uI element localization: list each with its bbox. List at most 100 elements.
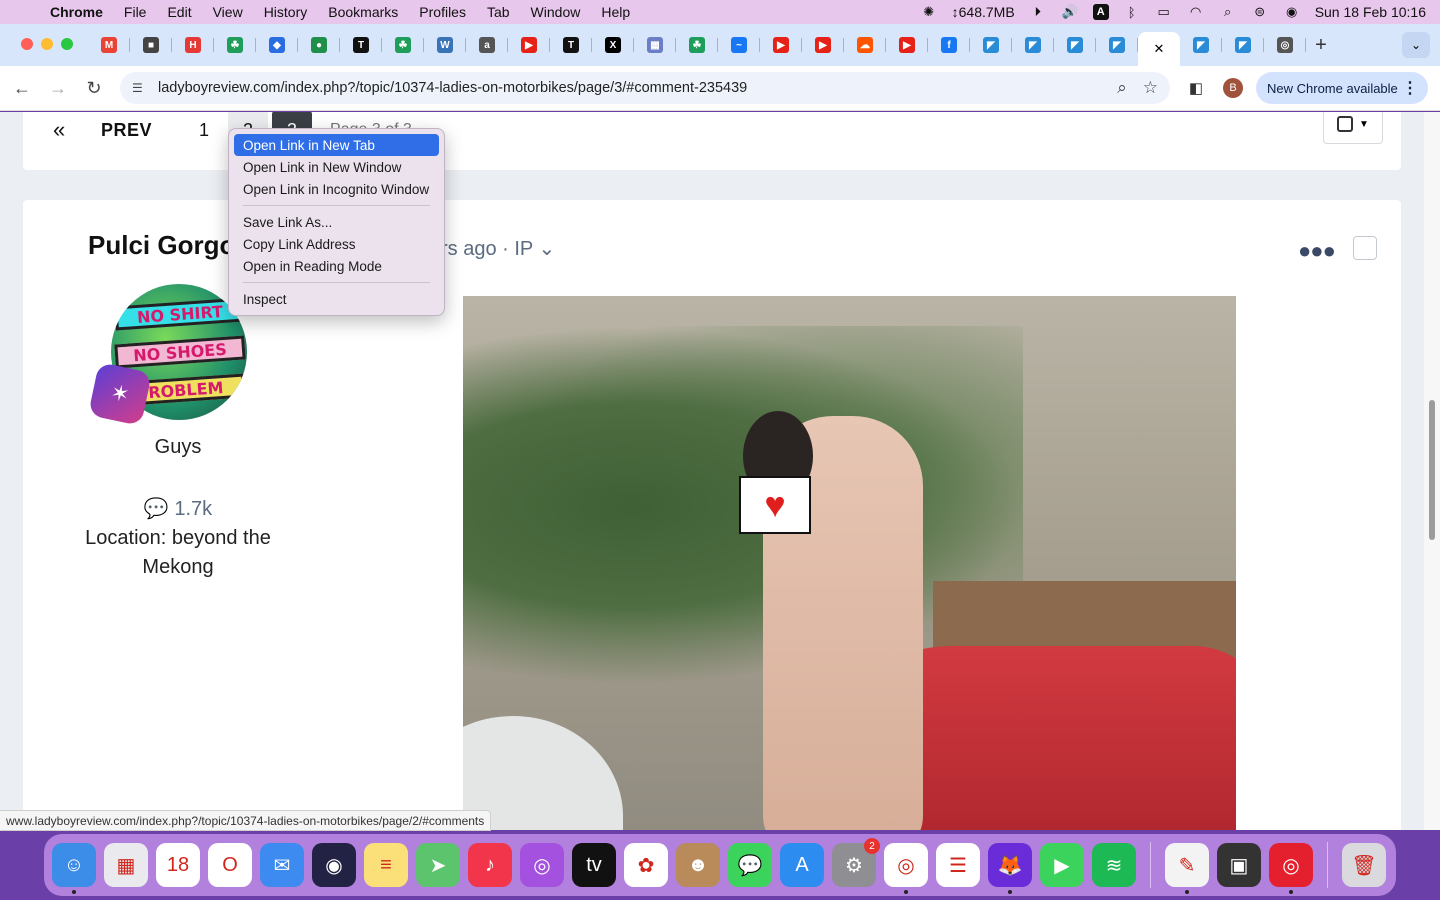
tab[interactable]: ◎ (1264, 32, 1306, 58)
tab[interactable]: ● (298, 32, 340, 58)
open-in-reading-mode[interactable]: Open in Reading Mode (234, 255, 439, 277)
tab[interactable]: ◤ (1096, 32, 1138, 58)
dock-textedit-icon[interactable]: ✎ (1165, 843, 1209, 894)
multi-select-dropdown[interactable]: ▼ (1323, 112, 1383, 144)
back-button[interactable]: ← (12, 78, 32, 98)
dock-target-app-icon[interactable]: ◎ (1269, 843, 1313, 894)
menu-help[interactable]: Help (601, 4, 630, 20)
tab[interactable]: f (928, 32, 970, 58)
tab[interactable]: ▶ (886, 32, 928, 58)
menu-bar-clock[interactable]: Sun 18 Feb 10:16 (1315, 4, 1426, 20)
dock-system-settings-icon[interactable]: ⚙ 2 (832, 838, 880, 887)
tab[interactable]: ◤ (1222, 32, 1264, 58)
tab[interactable]: ☘ (382, 32, 424, 58)
tab[interactable]: ◤ (1054, 32, 1096, 58)
battery-icon[interactable]: ▭ (1155, 4, 1173, 19)
new-tab-button[interactable]: + (1306, 32, 1336, 58)
tab-active[interactable]: ✕ (1138, 32, 1180, 66)
dock-spotify-icon[interactable]: ≋ (1092, 843, 1136, 887)
menu-tab[interactable]: Tab (487, 4, 510, 20)
reload-button[interactable]: ↻ (84, 78, 104, 98)
new-chrome-available-button[interactable]: New Chrome available ⋮ (1256, 72, 1428, 104)
input-source-icon[interactable]: A (1092, 4, 1109, 20)
tab[interactable]: ◆ (256, 32, 298, 58)
menu-bookmarks[interactable]: Bookmarks (328, 4, 398, 20)
dock-music-icon[interactable]: ♪ (468, 843, 512, 887)
post-select-checkbox[interactable] (1353, 236, 1377, 260)
inspect[interactable]: Inspect (234, 288, 439, 310)
dock-chrome-icon[interactable]: ◎ (884, 843, 928, 894)
menu-view[interactable]: View (213, 4, 243, 20)
tab[interactable]: M (88, 32, 130, 58)
zoom-window-button[interactable] (61, 38, 73, 50)
tab[interactable]: a (466, 32, 508, 58)
app-menu-chrome[interactable]: Chrome (50, 4, 103, 20)
dock-trash-icon[interactable]: 🗑 (1342, 843, 1386, 887)
tab-search-button[interactable]: ⌄ (1402, 32, 1430, 58)
tab[interactable]: ☘ (214, 32, 256, 58)
copy-link-address[interactable]: Copy Link Address (234, 233, 439, 255)
menu-edit[interactable]: Edit (167, 4, 191, 20)
wifi-icon[interactable]: ◠ (1187, 4, 1205, 19)
site-info-icon[interactable]: ☰ (132, 81, 152, 95)
side-panel-icon[interactable]: ◧ (1186, 78, 1206, 98)
post-image[interactable]: ♥ (463, 296, 1236, 830)
tab[interactable]: ◤ (970, 32, 1012, 58)
dock-siri-icon[interactable]: ◉ (312, 843, 356, 887)
profile-avatar[interactable]: B (1223, 78, 1243, 98)
forward-button[interactable]: → (48, 78, 68, 98)
menu-profiles[interactable]: Profiles (419, 4, 466, 20)
dock-mail-icon[interactable]: ✉ (260, 843, 304, 887)
dock-finder-icon[interactable]: ☺ (52, 843, 96, 894)
url-text[interactable]: ladyboyreview.com/index.php?/topic/10374… (158, 80, 747, 96)
dock-messages-icon[interactable]: 💬 (728, 843, 772, 887)
first-page-button[interactable]: « (53, 117, 75, 143)
minimize-window-button[interactable] (41, 38, 53, 50)
post-meta[interactable]: rs ago · IP ⌄ (441, 236, 555, 261)
prev-page-button[interactable]: PREV (101, 120, 152, 141)
menu-history[interactable]: History (264, 4, 308, 20)
volume-icon[interactable]: 🔊 (1061, 4, 1079, 19)
dock-notes-icon[interactable]: ≡ (364, 843, 408, 887)
tab[interactable]: T (550, 32, 592, 58)
rank-badge-icon[interactable]: ✶ (87, 361, 153, 427)
close-tab-icon[interactable]: ✕ (1154, 41, 1165, 57)
dock-firefox-icon[interactable]: 🦊 (988, 843, 1032, 894)
tab[interactable]: T (340, 32, 382, 58)
dock-screen-capture-icon[interactable]: ▣ (1217, 843, 1261, 887)
dock-opera-icon[interactable]: O (208, 843, 252, 887)
spotlight-search-icon[interactable]: ⌕ (1219, 4, 1237, 19)
tab[interactable]: ▦ (634, 32, 676, 58)
tab[interactable]: H (172, 32, 214, 58)
post-author-name[interactable]: Pulci Gorgo (88, 230, 235, 261)
dock-facetime-icon[interactable]: ▶ (1040, 843, 1084, 887)
activity-icon[interactable]: ✺ (920, 4, 938, 19)
zoom-icon[interactable]: ⌕ (1117, 78, 1127, 98)
open-link-incognito[interactable]: Open Link in Incognito Window (234, 178, 439, 200)
scrollbar-thumb[interactable] (1429, 400, 1435, 540)
tab[interactable]: W (424, 32, 466, 58)
tab[interactable]: ■ (130, 32, 172, 58)
menu-window[interactable]: Window (531, 4, 581, 20)
address-bar[interactable]: ☰ ladyboyreview.com/index.php?/topic/103… (120, 72, 1170, 104)
tab[interactable]: ~ (718, 32, 760, 58)
save-link-as[interactable]: Save Link As... (234, 211, 439, 233)
dock-maps-icon[interactable]: ➤ (416, 843, 460, 887)
dock-contacts-icon[interactable]: ☻ (676, 843, 720, 887)
tab[interactable]: ▶ (802, 32, 844, 58)
tab[interactable]: ☁ (844, 32, 886, 58)
apple-menu-icon[interactable] (18, 3, 36, 21)
memory-status[interactable]: ↕648.7MB (952, 4, 1015, 20)
dock-podcasts-icon[interactable]: ◎ (520, 843, 564, 887)
close-window-button[interactable] (21, 38, 33, 50)
open-link-new-tab[interactable]: Open Link in New Tab (234, 134, 439, 156)
page-scrollbar[interactable] (1424, 112, 1440, 830)
siri-icon[interactable]: ◉ (1283, 4, 1301, 19)
kebab-menu-icon[interactable]: ⋮ (1402, 78, 1418, 98)
tab[interactable]: ▶ (760, 32, 802, 58)
dock-calendar-icon[interactable]: 18 (156, 843, 200, 887)
tab[interactable]: ◤ (1180, 32, 1222, 58)
tab[interactable]: ▶ (508, 32, 550, 58)
menu-file[interactable]: File (124, 4, 147, 20)
tab[interactable]: ◤ (1012, 32, 1054, 58)
